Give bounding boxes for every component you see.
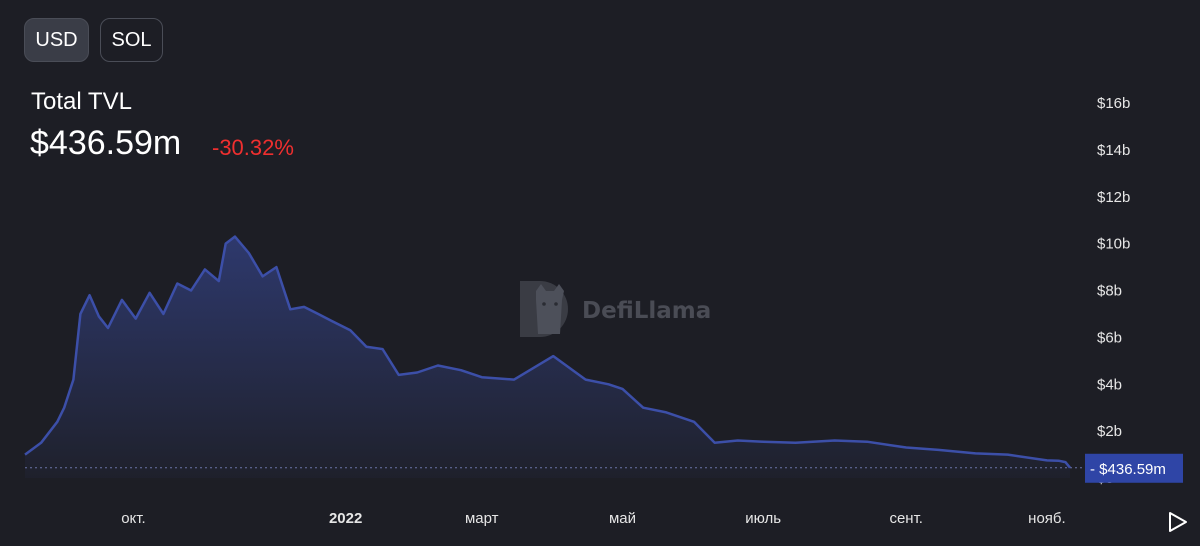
y-tick-label: $4b (1097, 376, 1122, 393)
x-tick-label: май (609, 510, 636, 527)
x-tick-label: окт. (121, 510, 145, 527)
tvl-area-fill (25, 236, 1070, 478)
y-tick-label: $2b (1097, 423, 1122, 440)
current-value-badge: - $436.59m (1085, 453, 1183, 483)
x-tick-label: нояб. (1028, 510, 1066, 527)
y-tick-label: $8b (1097, 283, 1122, 300)
x-tick-label: 2022 (329, 510, 362, 527)
x-tick-label: сент. (889, 510, 923, 527)
current-value-badge-text: - $436.59m (1090, 461, 1166, 478)
y-tick-label: $14b (1097, 142, 1130, 159)
y-tick-label: $6b (1097, 329, 1122, 346)
x-tick-label: июль (745, 510, 781, 527)
defillama-watermark: DefiLlama (520, 281, 711, 337)
watermark-text: DefiLlama (582, 298, 711, 324)
play-icon[interactable] (1166, 510, 1190, 534)
y-tick-label: $12b (1097, 189, 1130, 206)
tvl-area-chart: $0$2b$4b$6b$8b$10b$12b$14b$16b окт.2022м… (24, 95, 1183, 527)
y-tick-label: $10b (1097, 236, 1130, 253)
defillama-logo-icon (520, 281, 568, 337)
x-tick-label: март (465, 510, 499, 527)
y-tick-label: $16b (1097, 95, 1130, 112)
